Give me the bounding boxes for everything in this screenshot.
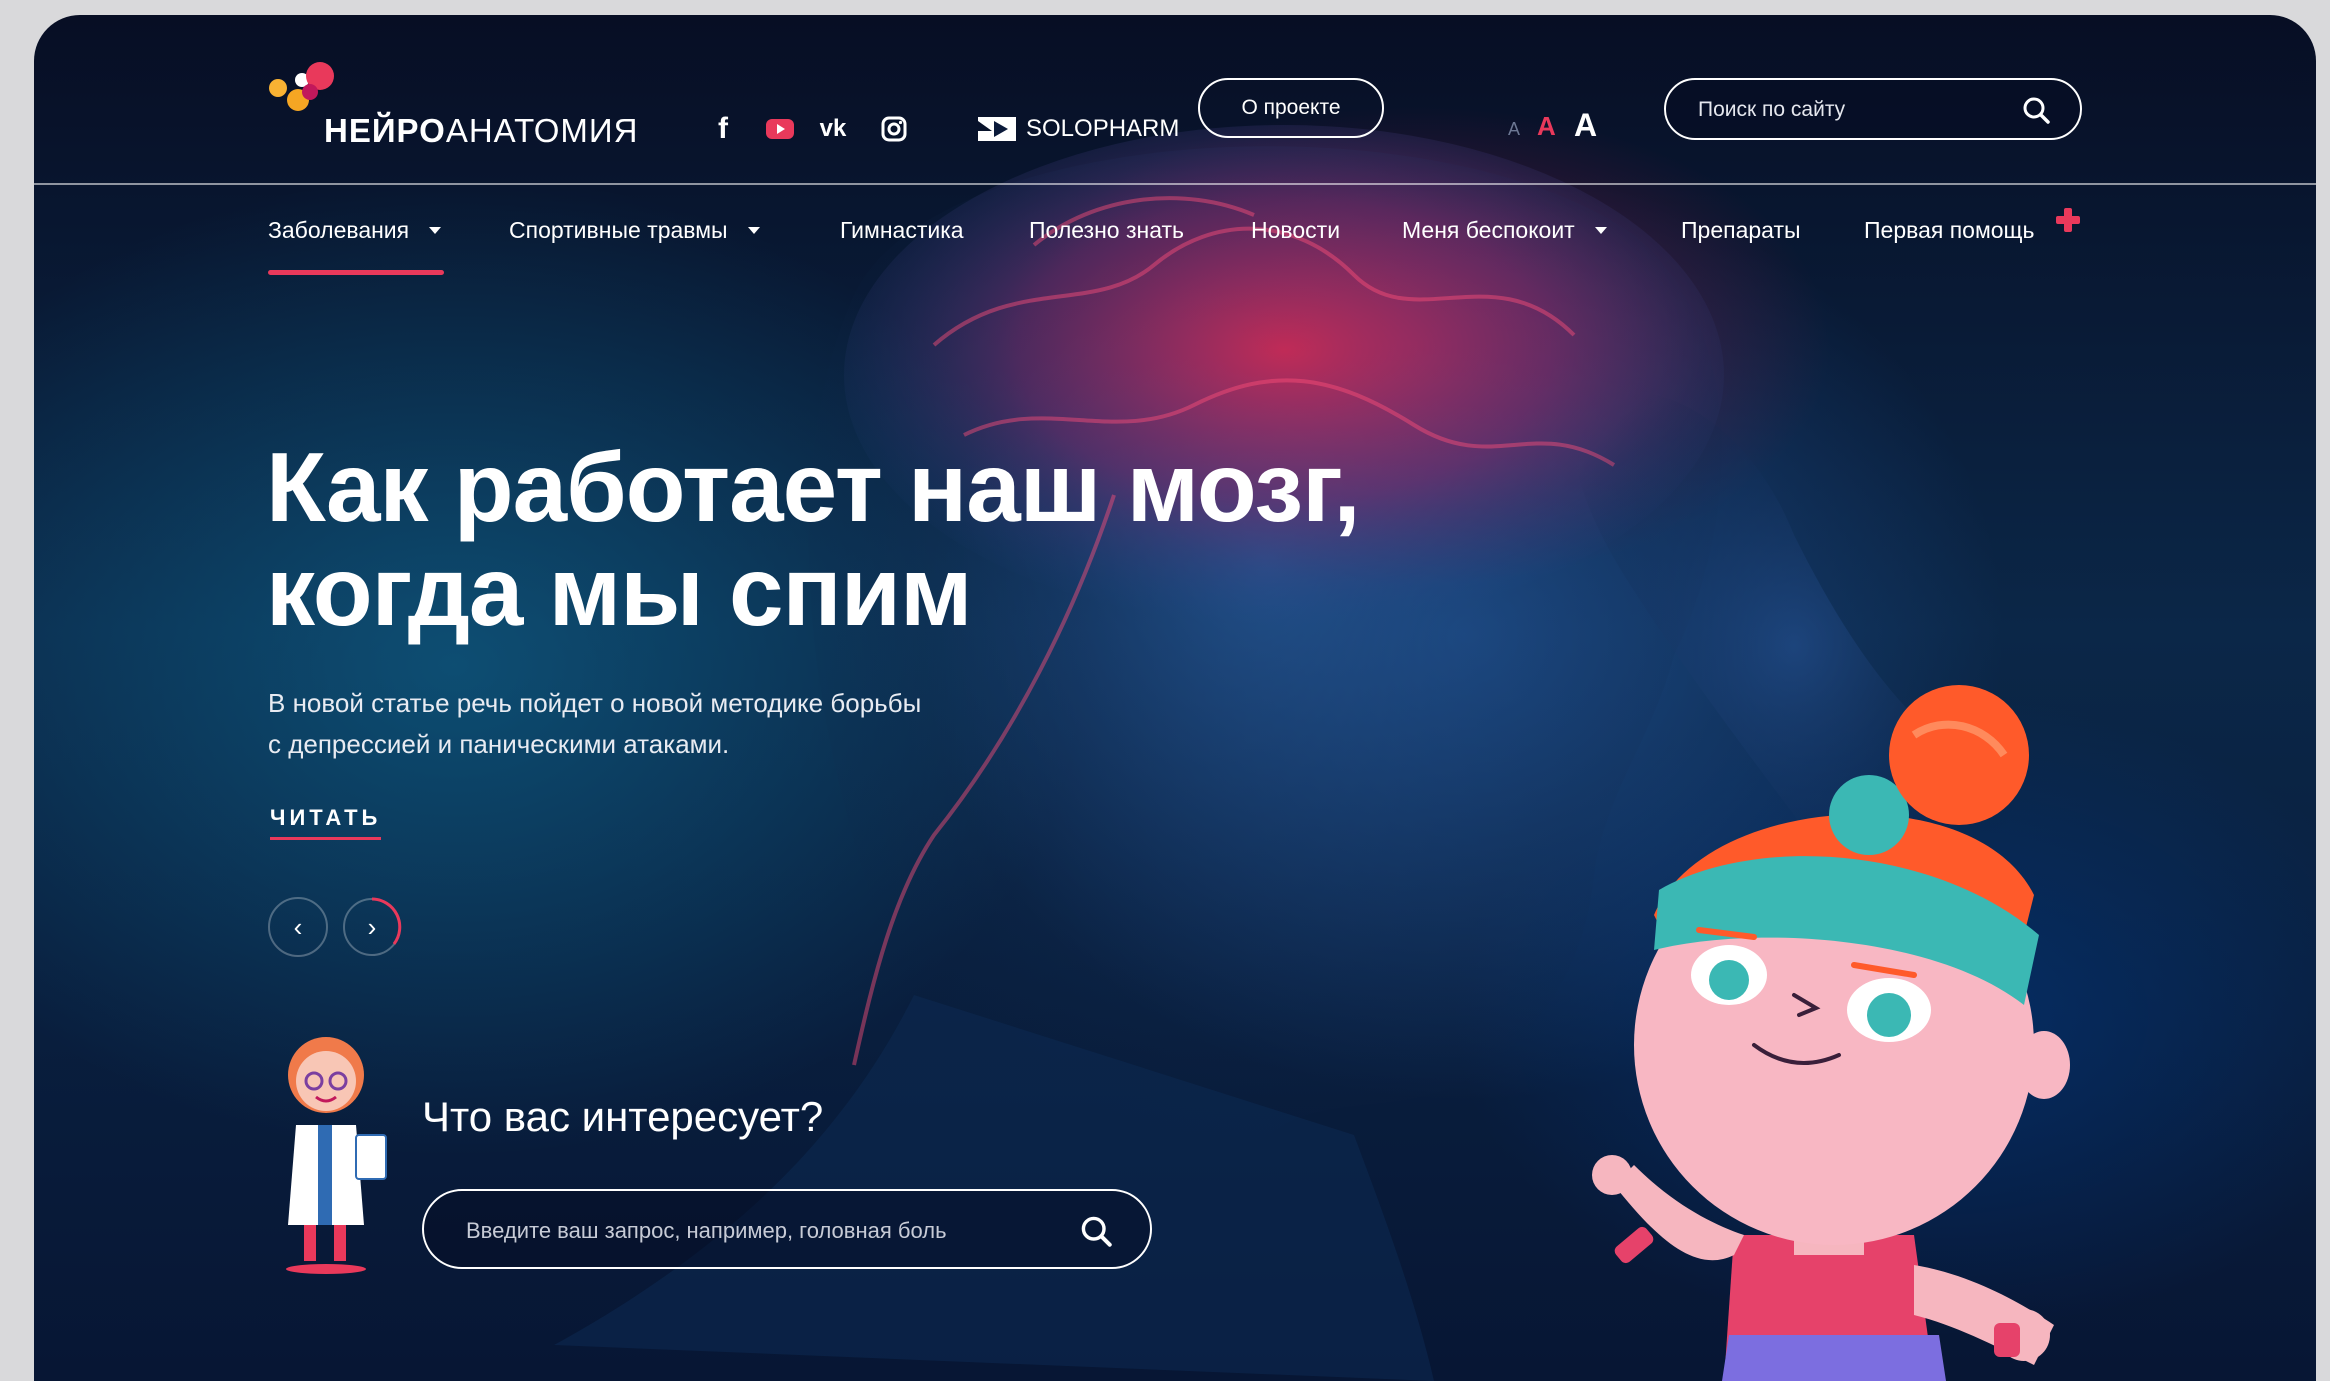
hero-subtitle: В новой статье речь пойдет о новой метод… bbox=[268, 683, 1068, 765]
chevron-right-icon: › bbox=[367, 911, 377, 942]
slider-next-button[interactable]: › bbox=[342, 897, 402, 957]
hero-title: Как работает наш мозг, когда мы спим bbox=[266, 435, 1466, 643]
font-size-large-button[interactable]: A bbox=[1574, 107, 1597, 144]
nav-item-drugs[interactable]: Препараты bbox=[1681, 217, 1801, 244]
vk-icon[interactable]: vk bbox=[816, 112, 850, 146]
nav-item-label: Препараты bbox=[1681, 217, 1801, 243]
nav-item-label: Гимнастика bbox=[840, 217, 964, 243]
hero-subtitle-line: с депрессией и паническими атаками. bbox=[268, 729, 730, 759]
nav-item-label: Меня беспокоит bbox=[1402, 217, 1575, 243]
nav-item-gymnastics[interactable]: Гимнастика bbox=[840, 217, 964, 244]
interest-search bbox=[422, 1189, 1152, 1269]
chevron-left-icon: ‹ bbox=[293, 911, 303, 942]
read-link[interactable]: ЧИТАТЬ bbox=[270, 805, 382, 840]
girl-mascot-illustration bbox=[1592, 685, 2070, 1381]
header-divider bbox=[34, 183, 2316, 185]
nav-active-indicator bbox=[268, 270, 444, 275]
facebook-icon[interactable]: f bbox=[706, 112, 740, 146]
site-search-input[interactable] bbox=[1696, 94, 2000, 126]
instagram-icon[interactable] bbox=[877, 112, 911, 146]
chevron-down-icon bbox=[1594, 227, 1607, 234]
about-project-button[interactable]: О проекте bbox=[1198, 78, 1384, 138]
chevron-down-icon bbox=[747, 227, 760, 234]
search-icon[interactable] bbox=[2022, 96, 2050, 124]
nav-item-label: Новости bbox=[1251, 217, 1341, 243]
page-frame: НЕЙРОАНАТОМИЯ f vk SOLOPHARM О проекте A… bbox=[34, 15, 2316, 1381]
youtube-icon[interactable] bbox=[763, 112, 797, 146]
slider-prev-button[interactable]: ‹ bbox=[268, 897, 328, 957]
font-size-medium-button[interactable]: A bbox=[1537, 111, 1556, 142]
nav-item-symptoms[interactable]: Меня беспокоит bbox=[1402, 217, 1607, 244]
search-icon[interactable] bbox=[1080, 1215, 1112, 1247]
solopharm-logo-icon bbox=[978, 117, 1016, 141]
nav-item-label: Первая помощь bbox=[1864, 217, 2035, 243]
font-size-small-button[interactable]: A bbox=[1508, 119, 1520, 140]
doctor-illustration bbox=[286, 1037, 387, 1274]
nav-item-sports-injuries[interactable]: Спортивные травмы bbox=[509, 217, 760, 244]
first-aid-cross-icon bbox=[2056, 208, 2080, 232]
nav-item-news[interactable]: Новости bbox=[1251, 217, 1340, 244]
site-search bbox=[1664, 78, 2082, 140]
chevron-down-icon bbox=[429, 227, 442, 234]
sponsor-logo[interactable]: SOLOPHARM bbox=[978, 111, 1179, 147]
site-logo[interactable]: НЕЙРОАНАТОМИЯ bbox=[268, 60, 668, 150]
logo-text: НЕЙРОАНАТОМИЯ bbox=[324, 112, 639, 149]
nav-item-diseases[interactable]: Заболевания bbox=[268, 217, 442, 244]
interest-search-input[interactable] bbox=[464, 1215, 1028, 1247]
hero-subtitle-line: В новой статье речь пойдет о новой метод… bbox=[268, 688, 922, 718]
hero-title-line: Как работает наш мозг, bbox=[266, 432, 1361, 542]
nav-item-useful[interactable]: Полезно знать bbox=[1029, 217, 1184, 244]
nav-item-label: Заболевания bbox=[268, 217, 410, 243]
hero-title-line: когда мы спим bbox=[266, 536, 973, 646]
sponsor-name: SOLOPHARM bbox=[1026, 115, 1180, 142]
nav-item-label: Спортивные травмы bbox=[509, 217, 728, 243]
nav-item-label: Полезно знать bbox=[1029, 217, 1185, 243]
nav-item-first-aid[interactable]: Первая помощь bbox=[1864, 217, 2034, 244]
interest-title: Что вас интересует? bbox=[422, 1093, 824, 1140]
